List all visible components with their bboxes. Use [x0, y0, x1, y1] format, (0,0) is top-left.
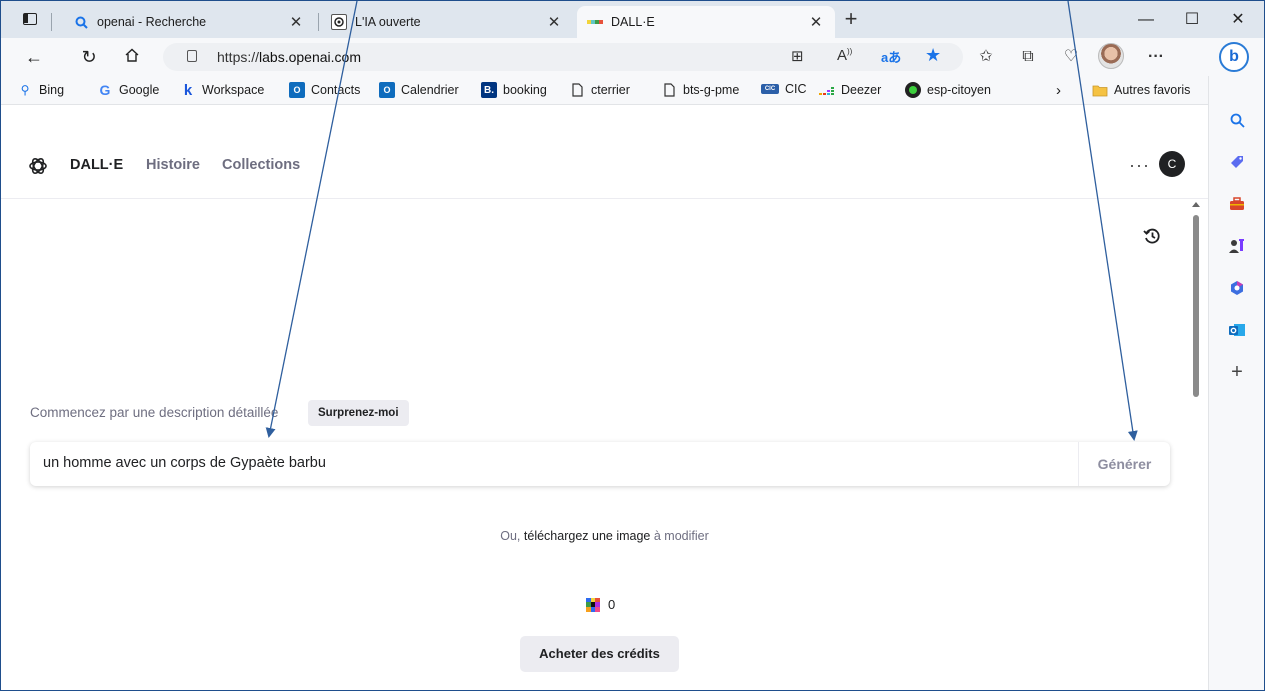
games-icon[interactable] [1226, 235, 1248, 257]
prompt-input-container[interactable]: un homme avec un corps de Gypaète barbu … [30, 442, 1170, 486]
favorite-booking[interactable]: B. booking [481, 82, 547, 98]
refresh-button[interactable]: ↻ [76, 45, 102, 69]
microsoft-365-icon[interactable] [1226, 277, 1248, 299]
add-icon[interactable]: + [1226, 361, 1248, 383]
close-icon[interactable]: ✕ [545, 13, 563, 31]
close-icon[interactable]: ✕ [287, 13, 305, 31]
favorite-contacts[interactable]: O Contacts [289, 82, 360, 98]
app-header: DALL·E Histoire Collections ··· C [1, 105, 1208, 199]
tab-title: L'IA ouverte [355, 15, 421, 29]
surprise-me-button[interactable]: Surprenez-moi [308, 400, 409, 426]
lock-icon[interactable] [187, 50, 197, 62]
minimize-button[interactable]: — [1123, 7, 1169, 33]
app-available-icon[interactable]: ⊞ [791, 47, 804, 65]
openai-logo-icon [331, 14, 347, 30]
search-icon: ⚲ [20, 83, 30, 97]
translate-icon[interactable]: aあ [881, 47, 901, 66]
edge-sidebar: + [1208, 76, 1264, 690]
back-button[interactable]: ← [21, 45, 47, 69]
scroll-thumb[interactable] [1193, 215, 1199, 397]
tab-actions-icon[interactable] [23, 13, 37, 25]
credits-icon [586, 597, 600, 612]
shopping-tag-icon[interactable] [1226, 151, 1248, 173]
tab-openai[interactable]: L'IA ouverte ✕ [321, 6, 573, 38]
folder-icon [1092, 82, 1108, 98]
more-options-icon[interactable]: ··· [1129, 155, 1150, 176]
history-icon[interactable] [1142, 226, 1164, 248]
tab-title: openai - Recherche [97, 15, 207, 29]
home-button[interactable] [119, 45, 145, 69]
collections-icon[interactable]: ⧉ [1015, 45, 1041, 69]
url-text[interactable]: https://labs.openai.com [217, 49, 361, 65]
maximize-button[interactable]: ☐ [1169, 7, 1215, 33]
close-icon[interactable]: ✕ [807, 13, 825, 31]
nav-histoire[interactable]: Histoire [146, 157, 200, 173]
tab-separator [51, 13, 52, 31]
cic-icon: CIC [761, 84, 779, 94]
buy-credits-button[interactable]: Acheter des crédits [520, 636, 679, 672]
favorites-list-icon[interactable]: ✩ [973, 45, 999, 69]
tab-strip: openai - Recherche ✕ L'IA ouverte ✕ DALL… [1, 1, 1264, 38]
upload-link[interactable]: téléchargez une image [524, 529, 650, 543]
favorite-calendrier[interactable]: O Calendrier [379, 82, 459, 98]
page-icon [569, 82, 585, 98]
settings-more-icon[interactable]: ··· [1143, 45, 1169, 69]
user-avatar[interactable]: C [1159, 151, 1185, 177]
prompt-label: Commencez par une description détaillée [30, 405, 279, 420]
chevron-right-icon[interactable]: › [1056, 82, 1061, 99]
dalle-page: DALL·E Histoire Collections ··· C Commen… [1, 105, 1208, 690]
google-icon: G [99, 82, 111, 98]
browser-window: openai - Recherche ✕ L'IA ouverte ✕ DALL… [0, 0, 1265, 691]
nav-collections[interactable]: Collections [222, 157, 300, 173]
read-aloud-icon[interactable]: A)) [837, 47, 852, 64]
other-favorites[interactable]: Autres favoris [1092, 82, 1190, 98]
prompt-input[interactable]: un homme avec un corps de Gypaète barbu [43, 455, 326, 471]
green-circle-icon [905, 82, 921, 98]
favorites-bar: ⚲ Bing G Google k Workspace O Contacts O Cale… [1, 76, 1208, 105]
openai-logo-icon[interactable] [27, 155, 49, 177]
favorite-google[interactable]: G Google [97, 82, 160, 98]
tab-search[interactable]: openai - Recherche ✕ [63, 6, 315, 38]
dalle-color-icon [587, 14, 603, 30]
favorite-workspace[interactable]: k Workspace [180, 81, 264, 99]
tab-title: DALL·E [611, 15, 655, 29]
generate-button[interactable]: Générer [1078, 442, 1170, 486]
outlook-icon: O [289, 82, 305, 98]
k-icon: k [183, 81, 193, 99]
search-icon [73, 14, 89, 30]
credits-count: 0 [608, 597, 616, 612]
toolbar: ← ↻ https://labs.openai.com ⊞ A)) aあ ★ ✩… [1, 38, 1264, 76]
favorite-star-icon[interactable]: ★ [925, 45, 941, 66]
page-icon [661, 82, 677, 98]
home-icon [125, 48, 139, 62]
close-window-button[interactable]: ✕ [1215, 7, 1261, 33]
favorite-esp-citoyen[interactable]: esp-citoyen [905, 82, 991, 98]
tab-dalle[interactable]: DALL·E ✕ [577, 6, 835, 38]
search-icon[interactable] [1226, 109, 1248, 131]
outlook-icon[interactable] [1226, 319, 1248, 341]
deezer-icon [819, 82, 835, 98]
browser-essentials-icon[interactable]: ♡ [1058, 45, 1084, 69]
scrollbar[interactable] [1190, 200, 1202, 690]
profile-avatar[interactable] [1098, 43, 1124, 69]
address-bar[interactable]: https://labs.openai.com ⊞ A)) aあ ★ [163, 43, 963, 71]
favorite-cic[interactable]: CIC CIC [761, 82, 807, 96]
upload-suffix: à modifier [653, 529, 709, 543]
new-tab-button[interactable]: + [839, 7, 863, 33]
outlook-icon: O [379, 82, 395, 98]
bing-chat-icon[interactable]: b [1219, 42, 1249, 72]
upload-text: Ou, téléchargez une image à modifier [1, 529, 1208, 543]
brand-name[interactable]: DALL·E [70, 157, 123, 173]
credits-display: 0 [586, 597, 615, 612]
tools-briefcase-icon[interactable] [1226, 193, 1248, 215]
favorite-bing[interactable]: ⚲ Bing [17, 82, 64, 98]
favorite-deezer[interactable]: Deezer [819, 82, 881, 98]
tab-separator [318, 13, 319, 31]
booking-icon: B. [481, 82, 497, 98]
favorite-bts-g-pme[interactable]: bts-g-pme [661, 82, 739, 98]
upload-prefix: Ou, [500, 529, 521, 543]
favorite-cterrier[interactable]: cterrier [569, 82, 630, 98]
scroll-up-arrow[interactable] [1192, 202, 1200, 207]
